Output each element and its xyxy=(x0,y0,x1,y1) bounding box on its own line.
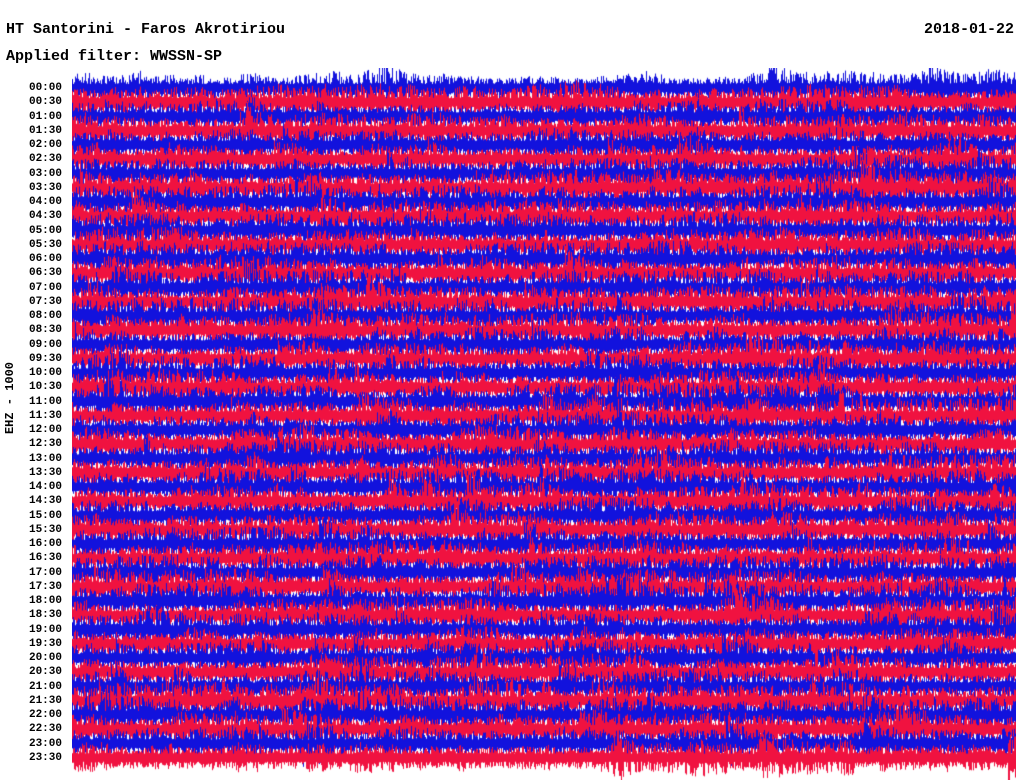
time-label: 00:30 xyxy=(28,96,62,109)
time-label: 14:00 xyxy=(28,481,62,493)
time-label: 01:00 xyxy=(28,110,62,123)
time-label: 02:30 xyxy=(28,153,62,166)
time-label: 23:30 xyxy=(28,751,62,764)
time-label: 10:00 xyxy=(28,367,62,379)
time-label: 06:30 xyxy=(28,267,62,280)
time-label: 05:00 xyxy=(28,224,62,237)
time-label: 05:30 xyxy=(28,238,62,251)
time-label: 10:30 xyxy=(28,381,62,394)
time-label: 17:00 xyxy=(28,566,62,579)
date-label: 2018-01-22 xyxy=(923,21,1014,38)
time-label: 23:00 xyxy=(28,737,62,750)
time-label: 19:00 xyxy=(28,623,62,636)
time-label: 03:00 xyxy=(28,167,62,180)
time-label: 04:00 xyxy=(28,196,62,208)
time-label: 22:00 xyxy=(28,709,62,721)
time-label: 16:30 xyxy=(28,552,62,565)
time-label: 07:30 xyxy=(28,295,62,308)
time-label: 11:00 xyxy=(28,395,62,408)
time-axis: 00:00 00:30 01:00 01:30 02:00 02:30 03:00 03:30… xyxy=(0,0,64,780)
time-label: 12:30 xyxy=(28,438,62,451)
time-label: 06:00 xyxy=(28,253,62,265)
time-label: 04:30 xyxy=(28,210,62,223)
time-label: 03:30 xyxy=(28,181,62,194)
time-label: 12:00 xyxy=(28,424,62,436)
time-label: 13:00 xyxy=(28,452,62,465)
time-label: 09:00 xyxy=(28,338,62,351)
time-label: 20:00 xyxy=(28,652,62,664)
time-label: 11:30 xyxy=(28,409,62,422)
time-label: 16:00 xyxy=(28,538,62,550)
time-label: 14:30 xyxy=(28,495,62,508)
time-label: 22:30 xyxy=(28,723,62,736)
time-label: 13:30 xyxy=(28,466,62,479)
time-label: 07:00 xyxy=(28,281,62,294)
helicorder-page: HT Santorini - Faros Akrotiriou 2018-01-… xyxy=(0,0,1024,780)
time-label: 18:00 xyxy=(28,595,62,607)
time-label: 01:30 xyxy=(28,124,62,137)
time-label: 15:00 xyxy=(28,509,62,522)
time-label: 18:30 xyxy=(28,609,62,622)
time-label: 08:00 xyxy=(28,310,62,322)
seismogram-canvas xyxy=(72,68,1016,780)
time-label: 17:30 xyxy=(28,580,62,593)
time-label: 09:30 xyxy=(28,352,62,365)
time-label: 21:30 xyxy=(28,694,62,707)
time-label: 02:00 xyxy=(28,139,62,151)
time-label: 00:00 xyxy=(28,82,62,94)
time-label: 21:00 xyxy=(28,680,62,693)
time-label: 19:30 xyxy=(28,637,62,650)
time-label: 15:30 xyxy=(28,523,62,536)
time-label: 08:30 xyxy=(28,324,62,337)
time-label: 20:30 xyxy=(28,666,62,679)
